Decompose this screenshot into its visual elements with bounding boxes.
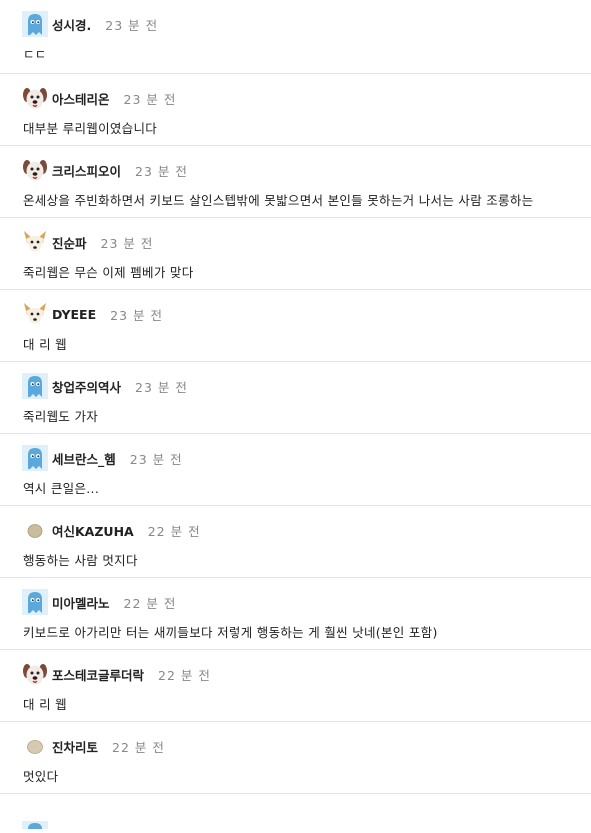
comment-text: 대 리 웹	[23, 697, 67, 712]
comment-nickname[interactable]: 크리스피오이	[52, 161, 121, 180]
dog-avatar-icon[interactable]	[22, 157, 48, 183]
ghost-avatar-icon[interactable]	[22, 373, 48, 399]
ghost-avatar-icon	[22, 814, 48, 833]
comment-text: ㄷㄷ	[23, 47, 47, 62]
ghost-avatar-icon[interactable]	[22, 589, 48, 615]
comment-timestamp: 22 분 전	[112, 739, 165, 755]
comment-nickname[interactable]: 아스테리온	[52, 89, 110, 108]
comment-timestamp: 23 분 전	[129, 451, 183, 467]
comment-timestamp: 23 분 전	[100, 235, 154, 251]
comment-timestamp: 23 분 전	[110, 307, 163, 323]
fox-avatar-icon[interactable]	[22, 229, 48, 255]
comment-header: 포스테코글루더락 22 분 전	[22, 660, 211, 688]
comment-item: 여신KAZUHA 22 분 전 행동하는 사람 멋지다	[0, 506, 591, 578]
comment-nickname[interactable]: DYEEE	[52, 307, 96, 322]
comment-header: 세브란스_헴 23 분 전	[22, 444, 183, 472]
comment-timestamp: 23 분 전	[105, 17, 159, 33]
comment-item: 세브란스_헴 23 분 전 역시 큰일은...	[0, 434, 591, 506]
comment-header: 미아멜라노 22 분 전	[22, 588, 176, 616]
comment-timestamp: 22 분 전	[158, 667, 211, 683]
comment-text: 대부분 루리웹이였습니다	[23, 121, 158, 136]
comment-timestamp: 23 분 전	[135, 379, 188, 395]
comment-text: 온세상을 주빈화하면서 키보드 살인스텝밖에 못밟으면서 본인들 못하는거 나서…	[23, 193, 534, 208]
comment-item: 창업주의역사 23 분 전 죽리웹도 가자	[0, 362, 591, 434]
comment-text: 키보드로 아가리만 터는 새끼들보다 저렇게 행동하는 게 훨씬 낫네(본인 포…	[23, 625, 438, 640]
comment-header: 크리스피오이 23 분 전	[22, 156, 188, 184]
comment-nickname[interactable]: 포스테코글루더락	[52, 665, 144, 684]
comment-text: 죽리웹도 가자	[23, 409, 99, 424]
comment-timestamp: 23 분 전	[135, 163, 188, 179]
comment-nickname[interactable]: 진차리토	[52, 737, 98, 756]
comment-item: 포스테코글루더락 22 분 전 대 리 웹	[0, 650, 591, 722]
comment-nickname[interactable]: 성시경.	[52, 15, 91, 34]
comment-nickname[interactable]: 미아멜라노	[52, 593, 110, 612]
comment-list: 성시경. 23 분 전 ㄷㄷ 아스테리온 23 분 전 대부분 루리웹이였습니다…	[0, 0, 591, 794]
ghost-avatar-icon[interactable]	[22, 445, 48, 471]
comment-nickname[interactable]: 여신KAZUHA	[52, 521, 134, 540]
comment-text: 행동하는 사람 멋지다	[23, 553, 138, 568]
egg-avatar-icon[interactable]	[22, 733, 48, 759]
comment-item: 아스테리온 23 분 전 대부분 루리웹이였습니다	[0, 74, 591, 146]
ghost-avatar-icon[interactable]	[22, 11, 48, 37]
comment-nickname[interactable]: 세브란스_헴	[52, 449, 116, 468]
comment-timestamp: 23 분 전	[123, 91, 177, 107]
comment-item: 성시경. 23 분 전 ㄷㄷ	[0, 0, 591, 74]
fox-avatar-icon[interactable]	[22, 301, 48, 327]
comment-item: 진차리토 22 분 전 멋있다	[0, 722, 591, 794]
comment-item: 진순파 23 분 전 죽리웹은 무슨 이제 펨베가 맞다	[0, 218, 591, 290]
comment-header: 진차리토 22 분 전	[22, 732, 165, 760]
comment-item: DYEEE 23 분 전 대 리 웹	[0, 290, 591, 362]
comment-header: 여신KAZUHA 22 분 전	[22, 516, 201, 544]
comment-timestamp: 22 분 전	[147, 523, 201, 539]
egg-avatar-icon[interactable]	[22, 517, 48, 543]
dog-avatar-icon[interactable]	[22, 85, 48, 111]
comment-text: 멋있다	[23, 769, 59, 784]
next-comment-partial	[0, 802, 591, 829]
comment-item: 크리스피오이 23 분 전 온세상을 주빈화하면서 키보드 살인스텝밖에 못밟으…	[0, 146, 591, 218]
comment-header: 창업주의역사 23 분 전	[22, 372, 188, 400]
comment-nickname[interactable]: 창업주의역사	[52, 377, 121, 396]
comment-header: 아스테리온 23 분 전	[22, 84, 176, 112]
dog-avatar-icon[interactable]	[22, 661, 48, 687]
comment-header: 진순파 23 분 전	[22, 228, 153, 256]
comment-item: 미아멜라노 22 분 전 키보드로 아가리만 터는 새끼들보다 저렇게 행동하는…	[0, 578, 591, 650]
comment-header: 성시경. 23 분 전	[22, 10, 158, 38]
comment-timestamp: 22 분 전	[123, 595, 177, 611]
comment-header: DYEEE 23 분 전	[22, 300, 163, 328]
comment-text: 대 리 웹	[23, 337, 67, 352]
comment-text: 죽리웹은 무슨 이제 펨베가 맞다	[23, 265, 194, 280]
comment-nickname[interactable]: 진순파	[52, 233, 87, 252]
comment-text: 역시 큰일은...	[23, 481, 100, 496]
